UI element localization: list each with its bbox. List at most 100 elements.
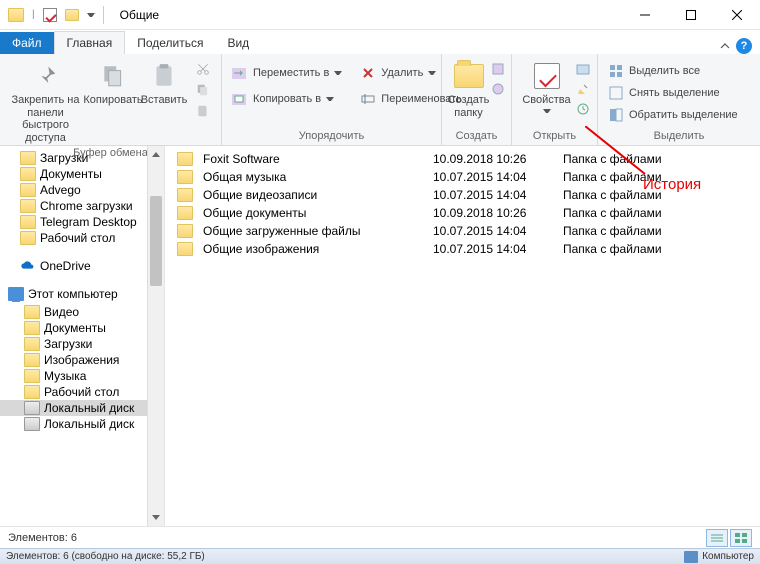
move-to-button[interactable]: Переместить в <box>228 64 346 82</box>
tab-file[interactable]: Файл <box>0 32 54 54</box>
tab-home[interactable]: Главная <box>54 31 126 54</box>
paste-shortcut-button[interactable] <box>191 102 215 120</box>
scroll-down-icon[interactable] <box>148 509 164 526</box>
tree-item[interactable]: Локальный диск <box>0 400 164 416</box>
invert-selection-button[interactable]: Обратить выделение <box>604 106 742 124</box>
tree-this-pc[interactable]: Этот компьютер <box>0 286 164 302</box>
qat-separator: | <box>32 9 35 20</box>
select-none-button[interactable]: Снять выделение <box>604 84 742 102</box>
item-count: Элементов: 6 <box>8 532 77 544</box>
tree-item[interactable]: Документы <box>0 320 164 336</box>
rename-icon <box>360 91 376 107</box>
folder-icon <box>24 321 40 335</box>
tree-item[interactable]: Advego📌 <box>0 182 164 198</box>
file-row[interactable]: Foxit Software10.09.2018 10:26Папка с фа… <box>165 150 760 168</box>
view-icons-button[interactable] <box>730 529 752 547</box>
group-new: Создать папку Создать <box>442 54 512 145</box>
paste-shortcut-icon <box>195 103 211 119</box>
folder-icon <box>177 188 193 202</box>
tree-item[interactable]: Загрузки <box>0 336 164 352</box>
maximize-button[interactable] <box>668 0 714 30</box>
folder-icon <box>24 385 40 399</box>
tree-item[interactable]: Локальный диск <box>0 416 164 432</box>
qat-dropdown-icon[interactable] <box>87 11 95 19</box>
navigation-tree[interactable]: Загрузки📌Документы📌Advego📌Chrome загрузк… <box>0 146 165 526</box>
tree-onedrive[interactable]: OneDrive <box>0 258 164 274</box>
folder-icon <box>453 60 485 92</box>
dropdown-icon <box>428 69 436 77</box>
group-organize-label: Упорядочить <box>222 128 441 145</box>
group-organize: Переместить в Копировать в Удалить Переи… <box>222 54 442 145</box>
edit-icon[interactable] <box>576 82 590 96</box>
folder-icon <box>24 337 40 351</box>
pin-label: Закрепить на панели быстрого доступа <box>6 94 85 145</box>
folder-icon <box>8 8 24 22</box>
easy-access-icon[interactable] <box>491 82 505 96</box>
group-open-label: Открыть <box>512 128 597 145</box>
dropdown-icon <box>326 95 334 103</box>
help-icon[interactable]: ? <box>736 38 752 54</box>
new-folder-button[interactable]: Создать папку <box>448 58 490 119</box>
copy-to-button[interactable]: Копировать в <box>228 90 346 108</box>
tree-item[interactable]: Музыка <box>0 368 164 384</box>
tree-item[interactable]: Telegram Desktop📌 <box>0 214 164 230</box>
copy-button[interactable]: Копировать <box>87 58 139 107</box>
select-all-button[interactable]: Выделить все <box>604 62 742 80</box>
paste-label: Вставить <box>141 94 188 107</box>
folder-icon <box>20 231 36 245</box>
disk-icon <box>24 417 40 431</box>
collapse-ribbon-icon[interactable] <box>720 41 730 51</box>
pin-quick-access-button[interactable]: Закрепить на панели быстрого доступа <box>6 58 85 145</box>
properties-icon <box>531 60 563 92</box>
properties-qat-icon[interactable] <box>43 8 57 22</box>
copy-icon <box>97 60 129 92</box>
copy-label: Копировать <box>83 94 142 107</box>
tree-item[interactable]: Изображения <box>0 352 164 368</box>
tree-item[interactable]: Chrome загрузки📌 <box>0 198 164 214</box>
history-icon[interactable] <box>576 102 590 116</box>
scroll-up-icon[interactable] <box>148 146 164 163</box>
paste-button[interactable]: Вставить <box>141 58 187 107</box>
minimize-button[interactable] <box>622 0 668 30</box>
cut-button[interactable] <box>191 60 215 78</box>
properties-button[interactable]: Свойства <box>520 58 574 115</box>
close-button[interactable] <box>714 0 760 30</box>
copy-path-icon <box>195 82 211 98</box>
view-details-button[interactable] <box>706 529 728 547</box>
group-new-label: Создать <box>442 128 511 145</box>
scroll-thumb[interactable] <box>150 196 162 286</box>
status-bar: Элементов: 6 <box>0 526 760 548</box>
tab-share[interactable]: Поделиться <box>125 32 215 54</box>
file-row[interactable]: Общие загруженные файлы10.07.2015 14:04П… <box>165 222 760 240</box>
folder-icon <box>177 242 193 256</box>
file-row[interactable]: Общие изображения10.07.2015 14:04Папка с… <box>165 240 760 258</box>
tree-item[interactable]: Документы📌 <box>0 166 164 182</box>
paste-icon <box>148 60 180 92</box>
file-row[interactable]: Общие документы10.09.2018 10:26Папка с ф… <box>165 204 760 222</box>
folder-icon <box>177 206 193 220</box>
folder-icon <box>20 151 36 165</box>
folder-icon <box>20 199 36 213</box>
copy-to-icon <box>232 91 248 107</box>
disk-icon <box>24 401 40 415</box>
folder-icon <box>24 353 40 367</box>
scissors-icon <box>195 61 211 77</box>
tree-scrollbar[interactable] <box>147 146 164 526</box>
content-area: Загрузки📌Документы📌Advego📌Chrome загрузк… <box>0 146 760 526</box>
pc-icon <box>8 287 24 301</box>
tab-view[interactable]: Вид <box>215 32 261 54</box>
tree-item[interactable]: Рабочий стол <box>0 384 164 400</box>
new-item-icon[interactable] <box>491 62 505 76</box>
titlebar: | Общие <box>0 0 760 30</box>
open-icon[interactable] <box>576 62 590 76</box>
file-list[interactable]: Foxit Software10.09.2018 10:26Папка с фа… <box>165 146 760 526</box>
copy-path-button[interactable] <box>191 81 215 99</box>
group-select: Выделить все Снять выделение Обратить вы… <box>598 54 760 145</box>
new-folder-qat-icon[interactable] <box>65 9 79 21</box>
tree-item[interactable]: Рабочий стол📌 <box>0 230 164 246</box>
tree-item[interactable]: Загрузки📌 <box>0 150 164 166</box>
tree-item[interactable]: Видео <box>0 304 164 320</box>
status-bar-secondary: Элементов: 6 (свободно на диске: 55,2 ГБ… <box>0 548 760 564</box>
window-controls <box>622 0 760 30</box>
group-select-label: Выделить <box>598 128 760 145</box>
